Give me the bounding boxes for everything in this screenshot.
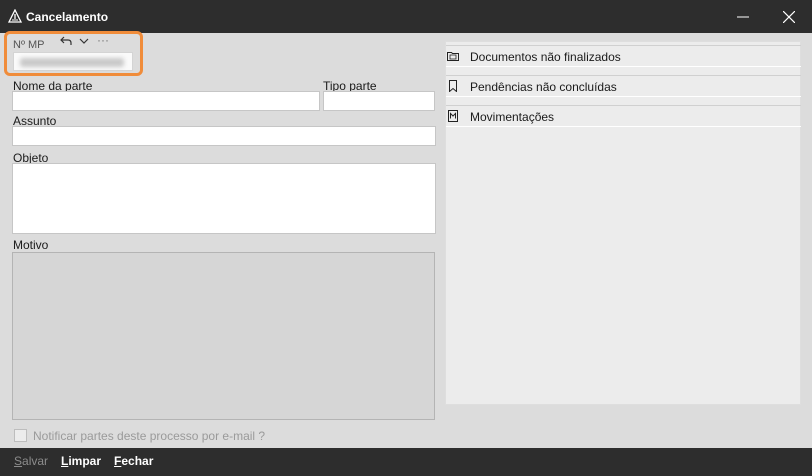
panel-item-label: Documentos não finalizados xyxy=(470,50,621,64)
warning-triangle-icon xyxy=(8,9,22,23)
nome-parte-input[interactable] xyxy=(12,91,320,111)
notify-label: Notificar partes deste processo por e-ma… xyxy=(33,429,266,443)
more-options-icon[interactable]: ··· xyxy=(97,33,109,47)
undo-icon[interactable] xyxy=(60,35,72,50)
mp-number-field[interactable] xyxy=(13,52,133,71)
panel-item-movimentacoes[interactable]: Movimentações xyxy=(446,105,801,127)
footer-bar: Salvar Limpar Fechar xyxy=(0,448,812,476)
salvar-button[interactable]: Salvar xyxy=(14,454,48,468)
panel-item-label: Pendências não concluídas xyxy=(470,80,617,94)
objeto-textarea[interactable] xyxy=(12,163,436,234)
notify-checkbox xyxy=(14,429,27,442)
bookmark-icon xyxy=(449,80,457,92)
close-icon xyxy=(783,10,795,23)
limpar-button[interactable]: Limpar xyxy=(61,454,101,468)
minimize-icon xyxy=(737,16,749,17)
folder-doc-icon xyxy=(447,52,459,61)
chevron-down-icon[interactable] xyxy=(79,35,89,50)
motivo-label: Motivo xyxy=(13,238,49,252)
mp-tools: ··· xyxy=(60,33,114,50)
document-m-icon xyxy=(448,110,458,122)
panel-item-pendencias[interactable]: Pendências não concluídas xyxy=(446,75,801,97)
fechar-button[interactable]: Fechar xyxy=(114,454,153,468)
motivo-textarea xyxy=(12,252,435,420)
right-panel: Documentos não finalizados Pendências nã… xyxy=(445,41,801,405)
redacted-value xyxy=(20,58,124,67)
mp-label: Nº MP xyxy=(13,39,45,51)
panel-item-label: Movimentações xyxy=(470,110,555,124)
title-bar: Cancelamento xyxy=(0,0,812,33)
panel-item-documentos[interactable]: Documentos não finalizados xyxy=(446,45,801,67)
window-title: Cancelamento xyxy=(26,10,109,24)
assunto-input[interactable] xyxy=(12,126,436,146)
close-button[interactable] xyxy=(766,0,812,33)
tipo-parte-input[interactable] xyxy=(323,91,435,111)
minimize-button[interactable] xyxy=(720,0,766,33)
